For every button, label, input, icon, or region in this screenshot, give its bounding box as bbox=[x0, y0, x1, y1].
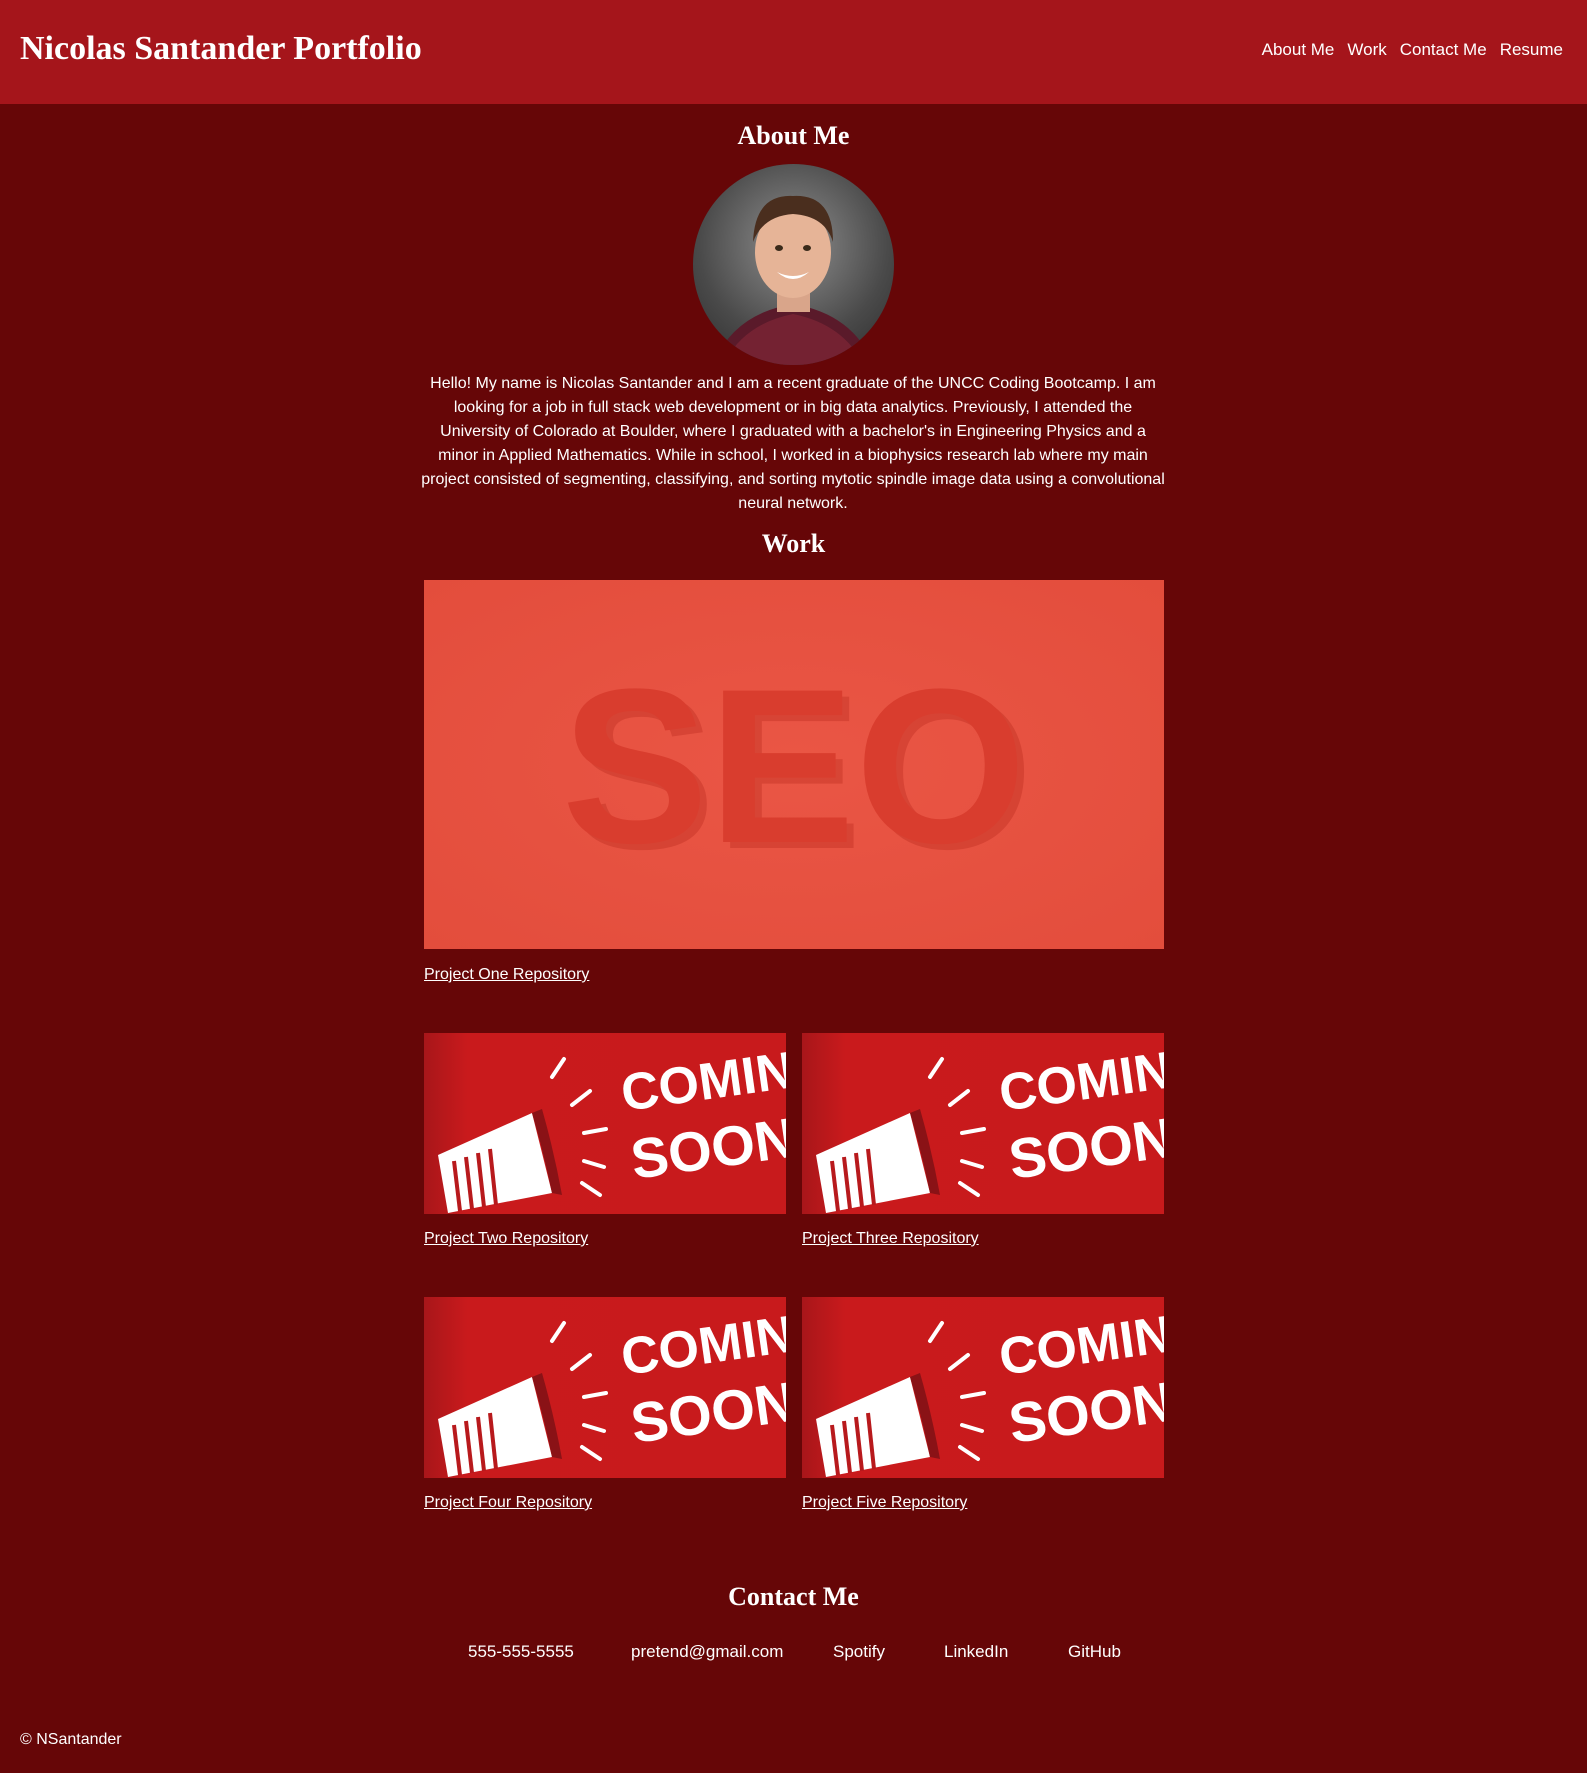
project-three-image[interactable]: COMING SOON bbox=[802, 1033, 1164, 1214]
about-heading: About Me bbox=[737, 121, 850, 150]
avatar bbox=[693, 164, 894, 365]
coming-soon-graphic: COMING SOON bbox=[816, 1036, 1164, 1213]
project-five-image[interactable]: COMING SOON bbox=[802, 1297, 1164, 1478]
contact-email[interactable]: pretend@gmail.com bbox=[631, 1642, 783, 1662]
nav-work[interactable]: Work bbox=[1347, 40, 1386, 60]
contact-spotify[interactable]: Spotify bbox=[833, 1642, 885, 1662]
site-header: Nicolas Santander Portfolio About Me Wor… bbox=[0, 0, 1587, 104]
contact-github[interactable]: GitHub bbox=[1068, 1642, 1121, 1662]
main-nav: About Me Work Contact Me Resume bbox=[1262, 40, 1563, 60]
bio-text: Hello! My name is Nicolas Santander and … bbox=[421, 375, 1165, 512]
project-two-image[interactable]: COMING SOON bbox=[424, 1033, 786, 1214]
nav-contact-me[interactable]: Contact Me bbox=[1400, 40, 1487, 60]
project-four-image[interactable]: COMING SOON bbox=[424, 1297, 786, 1478]
project-one-image[interactable]: SEO SEO bbox=[424, 580, 1164, 949]
nav-about-me[interactable]: About Me bbox=[1262, 40, 1335, 60]
project-three-link[interactable]: Project Three Repository bbox=[802, 1230, 979, 1248]
coming-soon-graphic: COMING SOON bbox=[438, 1036, 786, 1213]
project-two-link[interactable]: Project Two Repository bbox=[424, 1230, 588, 1248]
work-heading: Work bbox=[761, 529, 826, 558]
seo-graphic: SEO SEO bbox=[424, 580, 1164, 949]
coming-soon-graphic: COMING SOON bbox=[816, 1300, 1164, 1477]
coming-soon-graphic: COMING SOON bbox=[438, 1300, 786, 1477]
seo-text: SEO bbox=[562, 643, 1027, 889]
nav-resume[interactable]: Resume bbox=[1500, 40, 1563, 60]
footer-copyright: © NSantander bbox=[20, 1731, 122, 1748]
contact-phone[interactable]: 555-555-5555 bbox=[468, 1642, 574, 1662]
site-title: Nicolas Santander Portfolio bbox=[20, 30, 422, 67]
contact-heading: Contact Me bbox=[728, 1582, 859, 1611]
contact-linkedin[interactable]: LinkedIn bbox=[944, 1642, 1008, 1662]
project-four-link[interactable]: Project Four Repository bbox=[424, 1494, 592, 1512]
project-one-link[interactable]: Project One Repository bbox=[424, 966, 589, 984]
profile-photo bbox=[713, 195, 874, 365]
project-five-link[interactable]: Project Five Repository bbox=[802, 1494, 967, 1512]
